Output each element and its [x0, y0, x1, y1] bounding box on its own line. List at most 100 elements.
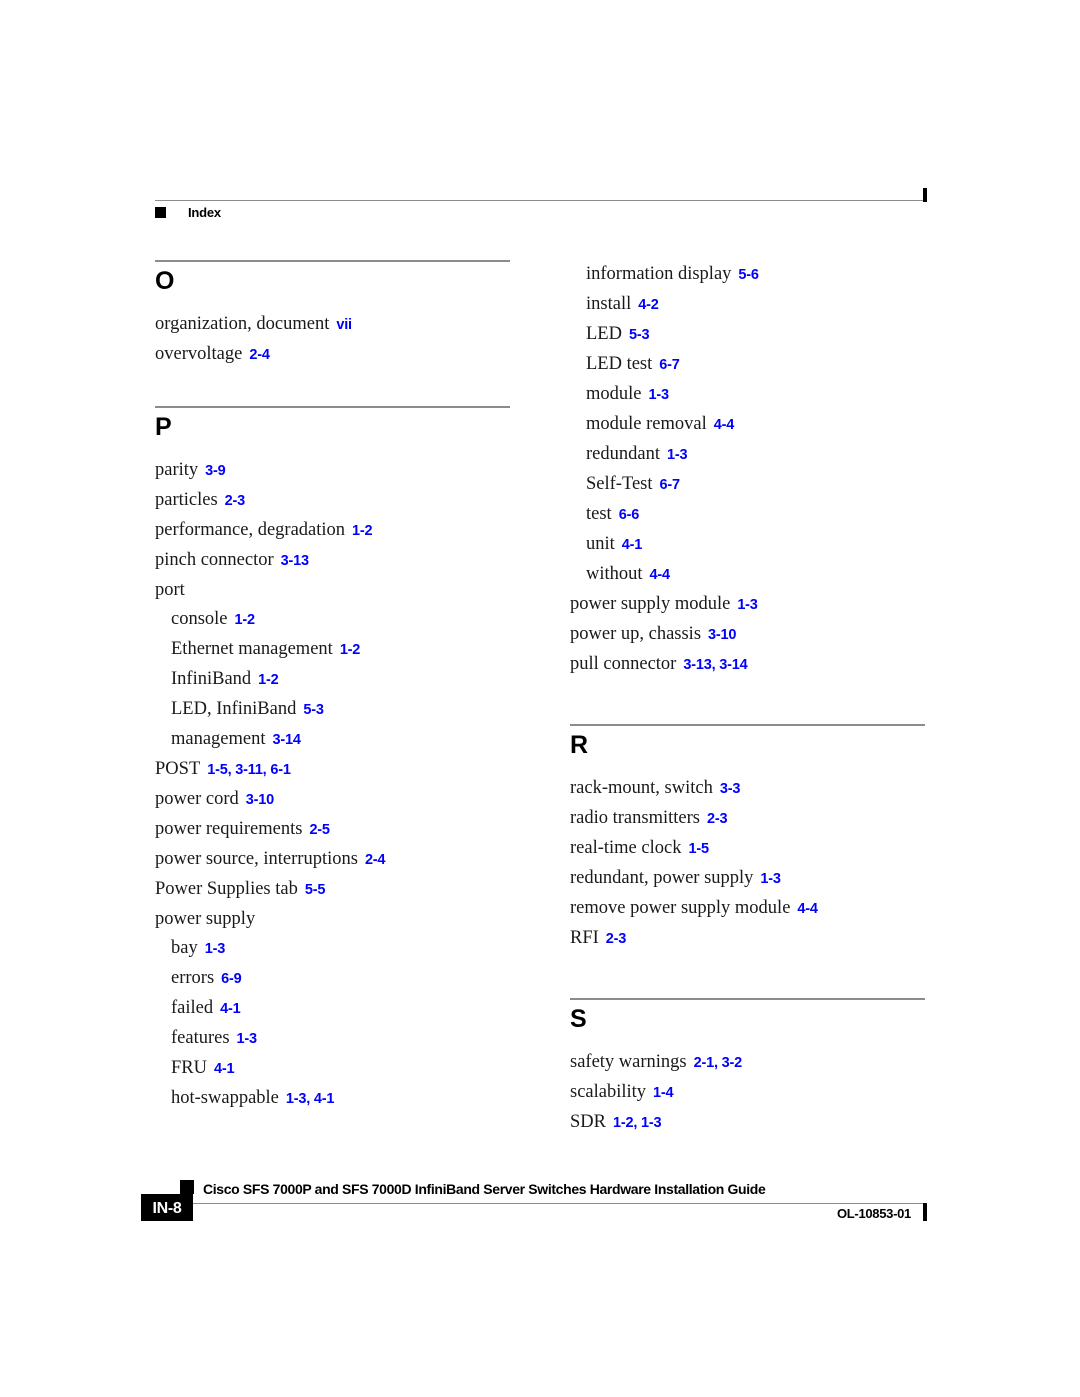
index-term: test — [586, 504, 612, 524]
index-entry[interactable]: pinch connector 3-13 — [155, 546, 525, 576]
index-entry[interactable]: InfiniBand 1-2 — [155, 665, 525, 695]
index-page-ref[interactable]: 4-2 — [638, 297, 659, 313]
index-page-ref[interactable]: 4-4 — [650, 567, 671, 583]
index-term: radio transmitters — [570, 808, 700, 828]
index-entry[interactable]: radio transmitters 2-3 — [570, 804, 940, 834]
index-page-ref[interactable]: 2-5 — [309, 822, 330, 838]
index-page-ref[interactable]: 2-1, 3-2 — [694, 1055, 743, 1071]
index-page-ref[interactable]: 1-2, 1-3 — [613, 1115, 662, 1131]
index-entry[interactable]: bay 1-3 — [155, 934, 525, 964]
index-page-ref[interactable]: 1-3 — [737, 597, 758, 613]
index-entry[interactable]: real-time clock 1-5 — [570, 834, 940, 864]
index-entry[interactable]: test 6-6 — [570, 500, 940, 530]
index-entry[interactable]: failed 4-1 — [155, 994, 525, 1024]
index-term: console — [171, 609, 228, 629]
index-page-ref[interactable]: 1-2 — [235, 612, 256, 628]
index-entry[interactable]: performance, degradation 1-2 — [155, 516, 525, 546]
index-page-ref[interactable]: 2-3 — [707, 811, 728, 827]
index-entry[interactable]: rack-mount, switch 3-3 — [570, 774, 940, 804]
index-page-ref[interactable]: 5-5 — [305, 882, 326, 898]
index-entry[interactable]: power cord 3-10 — [155, 785, 525, 815]
index-page-ref[interactable]: vii — [336, 317, 352, 333]
index-page-ref[interactable]: 3-3 — [720, 781, 741, 797]
index-page-ref[interactable]: 6-9 — [221, 971, 242, 987]
index-page-ref[interactable]: 1-5, 3-11, 6-1 — [207, 762, 291, 778]
index-entry[interactable]: overvoltage 2-4 — [155, 340, 525, 370]
index-page-ref[interactable]: 3-13, 3-14 — [683, 657, 747, 673]
index-page-ref[interactable]: 4-1 — [220, 1001, 241, 1017]
index-entry[interactable]: redundant 1-3 — [570, 440, 940, 470]
index-entry[interactable]: hot-swappable 1-3, 4-1 — [155, 1084, 525, 1114]
index-entry[interactable]: organization, document vii — [155, 310, 525, 340]
index-entry[interactable]: parity 3-9 — [155, 456, 525, 486]
index-entry[interactable]: POST 1-5, 3-11, 6-1 — [155, 755, 525, 785]
index-entry[interactable]: LED 5-3 — [570, 320, 940, 350]
index-page-ref[interactable]: 6-7 — [660, 477, 681, 493]
index-page-ref[interactable]: 1-5 — [688, 841, 709, 857]
index-entry[interactable]: pull connector 3-13, 3-14 — [570, 650, 940, 680]
index-page-ref[interactable]: 1-4 — [653, 1085, 674, 1101]
document-id: OL-10853-01 — [836, 1206, 911, 1221]
index-page-ref[interactable]: 4-4 — [714, 417, 735, 433]
index-entry[interactable]: power up, chassis 3-10 — [570, 620, 940, 650]
index-page-ref[interactable]: 5-6 — [738, 267, 759, 283]
index-page-ref[interactable]: 4-4 — [797, 901, 818, 917]
index-page-ref[interactable]: 6-7 — [659, 357, 680, 373]
index-entry[interactable]: Self-Test 6-7 — [570, 470, 940, 500]
index-entry[interactable]: power source, interruptions 2-4 — [155, 845, 525, 875]
index-term: scalability — [570, 1082, 647, 1102]
index-entry[interactable]: power requirements 2-5 — [155, 815, 525, 845]
index-term: InfiniBand — [171, 669, 252, 689]
index-page-ref[interactable]: 3-13 — [281, 553, 309, 569]
index-section-s: S safety warnings 2-1, 3-2 scalability 1-4… — [570, 998, 940, 1138]
index-entry[interactable]: particles 2-3 — [155, 486, 525, 516]
index-page-ref[interactable]: 6-6 — [619, 507, 640, 523]
index-term: features — [171, 1028, 230, 1048]
index-page-ref[interactable]: 2-3 — [225, 493, 246, 509]
index-page-ref[interactable]: 3-10 — [708, 627, 736, 643]
index-entry[interactable]: scalability 1-4 — [570, 1078, 940, 1108]
index-entry[interactable]: console 1-2 — [155, 605, 525, 635]
index-page-ref[interactable]: 2-4 — [249, 347, 270, 363]
index-term: redundant — [586, 444, 660, 464]
index-page-ref[interactable]: 5-3 — [629, 327, 650, 343]
index-page-ref[interactable]: 1-3 — [237, 1031, 258, 1047]
index-entry[interactable]: FRU 4-1 — [155, 1054, 525, 1084]
index-entry[interactable]: SDR 1-2, 1-3 — [570, 1108, 940, 1138]
index-entry[interactable]: module removal 4-4 — [570, 410, 940, 440]
index-entry[interactable]: Power Supplies tab 5-5 — [155, 875, 525, 905]
index-entry[interactable]: errors 6-9 — [155, 964, 525, 994]
index-page-ref[interactable]: 1-2 — [340, 642, 361, 658]
index-entry[interactable]: information display 5-6 — [570, 260, 940, 290]
index-page-ref[interactable]: 1-3 — [760, 871, 781, 887]
index-entry[interactable]: module 1-3 — [570, 380, 940, 410]
index-page-ref[interactable]: 1-2 — [258, 672, 279, 688]
index-entry[interactable]: RFI 2-3 — [570, 924, 940, 954]
index-page-ref[interactable]: 4-1 — [214, 1061, 235, 1077]
index-entry[interactable]: management 3-14 — [155, 725, 525, 755]
index-page-ref[interactable]: 1-3, 4-1 — [286, 1091, 335, 1107]
index-page-ref[interactable]: 3-9 — [205, 463, 226, 479]
index-page-ref[interactable]: 3-14 — [273, 732, 301, 748]
index-page-ref[interactable]: 2-4 — [365, 852, 386, 868]
index-page-ref[interactable]: 2-3 — [606, 931, 627, 947]
index-page-ref[interactable]: 5-3 — [303, 702, 324, 718]
index-entry[interactable]: LED, InfiniBand 5-3 — [155, 695, 525, 725]
index-page-ref[interactable]: 4-1 — [622, 537, 643, 553]
index-entry[interactable]: remove power supply module 4-4 — [570, 894, 940, 924]
index-entry[interactable]: unit 4-1 — [570, 530, 940, 560]
index-entry[interactable]: Ethernet management 1-2 — [155, 635, 525, 665]
index-entry[interactable]: safety warnings 2-1, 3-2 — [570, 1048, 940, 1078]
index-page-ref[interactable]: 1-3 — [667, 447, 688, 463]
index-page-ref[interactable]: 1-2 — [352, 523, 373, 539]
index-entry[interactable]: LED test 6-7 — [570, 350, 940, 380]
index-page-ref[interactable]: 1-3 — [205, 941, 226, 957]
index-page-ref[interactable]: 3-10 — [246, 792, 274, 808]
index-entry[interactable]: power supply module 1-3 — [570, 590, 940, 620]
index-entry[interactable]: redundant, power supply 1-3 — [570, 864, 940, 894]
index-term: power up, chassis — [570, 624, 702, 644]
index-entry[interactable]: without 4-4 — [570, 560, 940, 590]
index-entry[interactable]: features 1-3 — [155, 1024, 525, 1054]
index-entry[interactable]: install 4-2 — [570, 290, 940, 320]
index-page-ref[interactable]: 1-3 — [649, 387, 670, 403]
